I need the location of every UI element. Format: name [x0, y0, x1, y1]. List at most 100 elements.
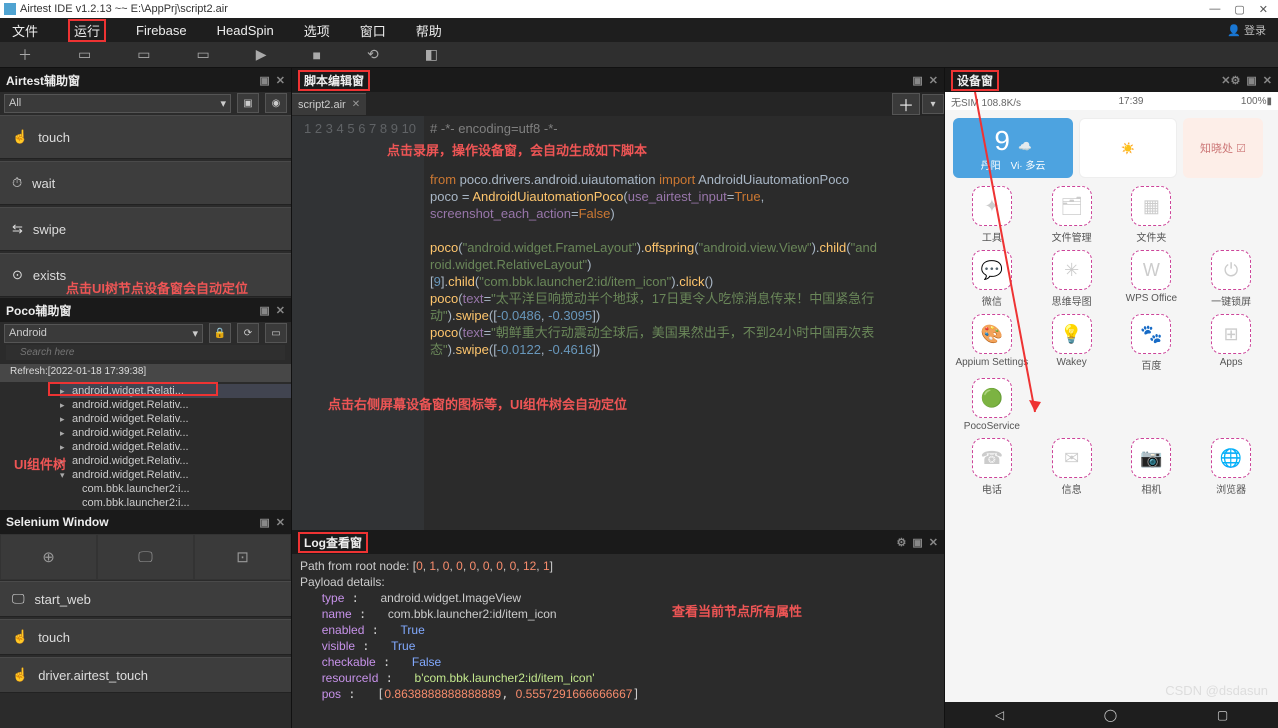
exists-icon: ⊙ — [12, 267, 23, 283]
device-screen[interactable]: 无SIM 108.8K/s 17:39 100%▮ 9☁️ 丹阳 Vi· 多云 … — [945, 92, 1278, 728]
app-icon[interactable]: 🟢PocoService — [953, 378, 1031, 432]
tool-run-icon[interactable]: ▶ — [256, 46, 267, 63]
app-icon[interactable] — [1033, 378, 1111, 432]
code-body[interactable]: # -*- encoding=utf8 -*- from poco.driver… — [424, 116, 883, 530]
close-panel-icon[interactable]: ✕ — [276, 74, 285, 87]
home-icon[interactable]: ◯ — [1104, 708, 1117, 722]
undock-icon[interactable]: ▣ — [1246, 74, 1256, 87]
close-panel-icon[interactable]: ✕ — [929, 536, 938, 549]
tree-node[interactable]: android.widget.Relativ... — [72, 455, 189, 467]
ui-tree[interactable]: ▸android.widget.Relati... ▸android.widge… — [0, 382, 291, 510]
menu-help[interactable]: 帮助 — [416, 21, 442, 40]
sel-globe-icon[interactable]: ⊕ — [0, 534, 97, 580]
menu-window[interactable]: 窗口 — [360, 21, 386, 40]
app-icon[interactable]: ✦工具 — [953, 186, 1031, 244]
tree-node[interactable]: android.widget.Relativ... — [72, 469, 189, 481]
op-swipe[interactable]: ⇆swipe — [0, 207, 291, 251]
poco-refresh-icon[interactable]: ⟳ — [237, 323, 259, 343]
app-icon[interactable]: 💬微信 — [953, 250, 1031, 308]
menu-options[interactable]: 选项 — [304, 21, 330, 40]
app-icon[interactable]: ⊞Apps — [1192, 314, 1270, 372]
app-icon[interactable]: 🌐浏览器 — [1192, 438, 1270, 496]
undock-icon[interactable]: ▣ — [912, 536, 922, 549]
sel-touch[interactable]: ☝touch — [0, 619, 291, 655]
close-panel-icon[interactable]: ✕ — [929, 74, 938, 87]
undock-icon[interactable]: ▣ — [259, 304, 269, 317]
log-path: Path from root node: [0, 1, 0, 0, 0, 0, … — [300, 559, 553, 573]
close-icon[interactable]: ✕ — [1259, 3, 1268, 16]
app-icon[interactable]: ⏻一键锁屏 — [1192, 250, 1270, 308]
airtest-filter-combo[interactable]: All▾ — [4, 94, 231, 113]
tab-menu-icon[interactable]: ▾ — [922, 94, 944, 114]
minimize-icon[interactable]: — — [1209, 3, 1220, 16]
close-panel-icon[interactable]: ✕ — [276, 304, 285, 317]
tree-node[interactable]: android.widget.Relativ... — [72, 413, 189, 425]
tree-node[interactable]: android.widget.Relativ... — [72, 441, 189, 453]
menu-headspin[interactable]: HeadSpin — [217, 23, 274, 38]
app-icon[interactable]: ▦文件夹 — [1113, 186, 1191, 244]
back-icon[interactable]: ◁ — [995, 708, 1004, 722]
touch-icon: ☝ — [12, 629, 28, 645]
poco-lock-icon[interactable]: 🔒 — [209, 323, 231, 343]
sel-startweb[interactable]: 🖵start_web — [0, 581, 291, 617]
close-panel-icon[interactable]: ✕ — [1263, 74, 1272, 87]
code-editor[interactable]: 1 2 3 4 5 6 7 8 9 10 # -*- encoding=utf8… — [292, 116, 944, 530]
widget-card[interactable]: ☀️ — [1079, 118, 1177, 178]
sel-window-icon[interactable]: 🖵 — [97, 534, 194, 580]
web-icon: 🖵 — [12, 591, 25, 607]
tool-report-icon[interactable]: ⟲ — [367, 46, 379, 63]
menu-file[interactable]: 文件 — [12, 21, 38, 40]
tool-new-icon[interactable]: ＋ — [18, 45, 32, 65]
app-icon[interactable]: 📷相机 — [1113, 438, 1191, 496]
undock-icon[interactable]: ▣ — [259, 74, 269, 87]
app-icon[interactable]: 🗂文件管理 — [1033, 186, 1111, 244]
app-icon[interactable]: ✳思维导图 — [1033, 250, 1111, 308]
menu-firebase[interactable]: Firebase — [136, 23, 187, 38]
op-wait[interactable]: ⏱wait — [0, 161, 291, 205]
capture-icon[interactable]: ◉ — [265, 93, 287, 113]
tree-node[interactable]: com.bbk.launcher2:i... — [82, 483, 190, 495]
tree-node[interactable]: android.widget.Relati... — [72, 385, 184, 397]
recent-icon[interactable]: ▢ — [1217, 708, 1228, 722]
app-icon[interactable]: 🎨Appium Settings — [953, 314, 1031, 372]
sel-rec-icon[interactable]: ⊡ — [194, 534, 291, 580]
tool-layout-icon[interactable]: ◧ — [425, 46, 438, 63]
app-icon[interactable] — [1192, 378, 1270, 432]
app-icon[interactable] — [1113, 378, 1191, 432]
maximize-icon[interactable]: ▢ — [1234, 3, 1244, 16]
app-icon[interactable]: ✉信息 — [1033, 438, 1111, 496]
close-panel-icon[interactable]: ✕ — [276, 516, 285, 529]
log-body[interactable]: Path from root node: [0, 1, 0, 0, 0, 0, … — [292, 554, 944, 728]
tab-close-icon[interactable]: ✕ — [352, 99, 360, 110]
tree-node[interactable]: com.bbk.launcher2:i... — [82, 497, 190, 509]
settings-icon[interactable]: ✕⚙ — [1221, 74, 1240, 87]
tree-node[interactable]: android.widget.Relativ... — [72, 427, 189, 439]
undock-icon[interactable]: ▣ — [912, 74, 922, 87]
app-icon[interactable]: WWPS Office — [1113, 250, 1191, 308]
add-tab-button[interactable]: ＋ — [892, 93, 920, 115]
editor-tab[interactable]: script2.air✕ — [292, 93, 366, 115]
app-icon[interactable]: 🐾百度 — [1113, 314, 1191, 372]
tool-open-icon[interactable]: ▭ — [78, 46, 91, 63]
poco-search-input[interactable] — [6, 345, 285, 360]
tool-stop-icon[interactable]: ■ — [312, 47, 320, 63]
app-icon[interactable]: ☎电话 — [953, 438, 1031, 496]
filter-icon[interactable]: ⚙ — [897, 536, 907, 549]
weather-card[interactable]: 9☁️ 丹阳 Vi· 多云 — [953, 118, 1073, 178]
app-icon[interactable] — [1192, 186, 1270, 244]
op-touch[interactable]: ☝touch — [0, 115, 291, 159]
phone-navbar[interactable]: ◁ ◯ ▢ — [945, 702, 1278, 728]
widget-card[interactable]: 知晓处 ☑ — [1183, 118, 1263, 178]
tool-saveall-icon[interactable]: ▭ — [196, 46, 209, 63]
app-icon[interactable]: 💡Wakey — [1033, 314, 1111, 372]
undock-icon[interactable]: ▣ — [259, 516, 269, 529]
poco-mode-combo[interactable]: Android▾ — [4, 324, 203, 343]
tool-save-icon[interactable]: ▭ — [137, 46, 150, 63]
chevron-down-icon: ▾ — [192, 327, 198, 340]
menu-run[interactable]: 运行 — [68, 19, 106, 42]
login-button[interactable]: 👤 登录 — [1227, 22, 1266, 38]
sel-airtest-touch[interactable]: ☝driver.airtest_touch — [0, 657, 291, 693]
tree-node[interactable]: android.widget.Relativ... — [72, 399, 189, 411]
record-icon[interactable]: ▣ — [237, 93, 259, 113]
poco-inspect-icon[interactable]: ▭ — [265, 323, 287, 343]
